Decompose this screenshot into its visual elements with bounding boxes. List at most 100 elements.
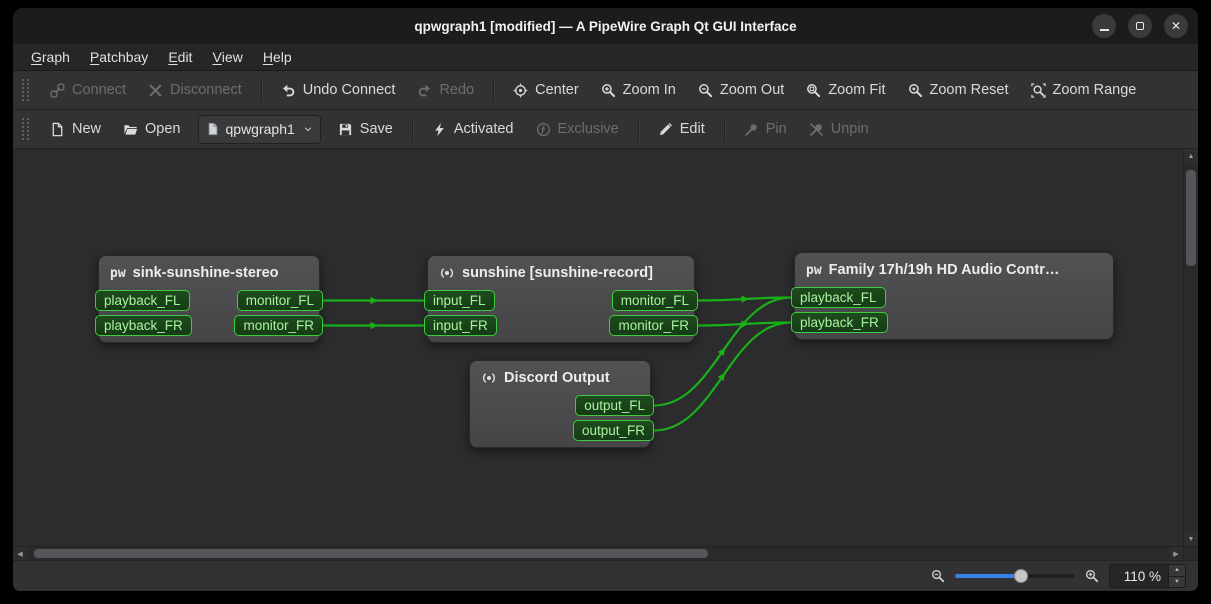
exclusive-icon: [536, 122, 551, 137]
node-header: Discord Output: [479, 365, 641, 391]
port-input_FL[interactable]: input_FL: [424, 290, 495, 311]
node-sink[interactable]: pwsink-sunshine-stereoplayback_FLmonitor…: [98, 255, 320, 343]
scroll-down-button[interactable]: ▼: [1184, 532, 1198, 546]
zoom-range-button[interactable]: Zoom Range: [1021, 75, 1147, 105]
minimize-icon: [1100, 29, 1109, 31]
zoom-reset-button[interactable]: Zoom Reset: [898, 75, 1019, 105]
port-output_FL[interactable]: output_FL: [575, 395, 654, 416]
zoom-value: 110 %: [1110, 565, 1168, 587]
close-icon: ✕: [1171, 20, 1181, 32]
port-playback_FR[interactable]: playback_FR: [95, 315, 192, 336]
port-input_FR[interactable]: input_FR: [424, 315, 497, 336]
zoom-spin-down-button[interactable]: ▼: [1169, 576, 1185, 588]
edit-icon: [658, 122, 673, 137]
horizontal-scroll-track[interactable]: [27, 547, 1169, 560]
port-monitor_FL[interactable]: monitor_FL: [237, 290, 323, 311]
toolbar-separator: [261, 78, 262, 102]
port-playback_FL[interactable]: playback_FL: [95, 290, 190, 311]
activated-icon: [432, 122, 447, 137]
toolbar-separator: [412, 117, 413, 141]
activated-button[interactable]: Activated: [422, 114, 524, 144]
node-family[interactable]: pwFamily 17h/19h HD Audio Contr… playback…: [794, 252, 1114, 340]
zoom-fit-icon: [806, 83, 821, 98]
scroll-right-button[interactable]: ▶: [1169, 547, 1183, 560]
port-playback_FR[interactable]: playback_FR: [791, 312, 888, 333]
port-monitor_FR[interactable]: monitor_FR: [234, 315, 323, 336]
statusbar: 110 % ▲ ▼: [13, 560, 1198, 591]
menu-graph[interactable]: Graph: [21, 44, 80, 70]
zoom-slider-out-icon[interactable]: [931, 569, 945, 583]
zoom-spinbox[interactable]: 110 % ▲ ▼: [1109, 564, 1186, 588]
horizontal-scrollbar[interactable]: ◀ ▶: [13, 546, 1183, 560]
zoom-reset-icon: [908, 83, 923, 98]
port-row: output_FL: [479, 395, 641, 416]
zoom-slider-in-icon[interactable]: [1085, 569, 1099, 583]
port-monitor_FR[interactable]: monitor_FR: [609, 315, 698, 336]
node-title: sunshine [sunshine-record]: [462, 265, 653, 281]
menu-patchbay[interactable]: Patchbay: [80, 44, 158, 70]
zoom-in-button[interactable]: Zoom In: [591, 75, 686, 105]
port-row: playback_FRmonitor_FR: [108, 315, 310, 336]
audio-app-icon: [481, 370, 497, 386]
port-row: playback_FL: [804, 287, 1104, 308]
open-icon: [123, 122, 138, 137]
disconnect-button: Disconnect: [138, 75, 252, 105]
menu-help[interactable]: Help: [253, 44, 302, 70]
graph-canvas[interactable]: pwsink-sunshine-stereoplayback_FLmonitor…: [13, 149, 1183, 546]
menu-view[interactable]: View: [202, 44, 252, 70]
maximize-button[interactable]: [1128, 14, 1152, 38]
pin-button: Pin: [734, 114, 797, 144]
zoom-spin-up-button[interactable]: ▲: [1169, 565, 1185, 576]
node-title: Family 17h/19h HD Audio Contr…: [829, 262, 1060, 278]
canvas-area: pwsink-sunshine-stereoplayback_FLmonitor…: [13, 149, 1198, 546]
app-window: qpwgraph1 [modified] — A PipeWire Graph …: [13, 8, 1198, 591]
zoom-in-icon: [601, 83, 616, 98]
vertical-scroll-track[interactable]: [1184, 163, 1198, 532]
minimize-button[interactable]: [1092, 14, 1116, 38]
port-playback_FL[interactable]: playback_FL: [791, 287, 886, 308]
node-header: pwFamily 17h/19h HD Audio Contr…: [804, 257, 1104, 283]
zoom-slider[interactable]: [955, 567, 1075, 585]
scrollbar-corner: [1183, 546, 1198, 560]
node-sunshine[interactable]: sunshine [sunshine-record]input_FLmonito…: [427, 255, 695, 343]
toolbar-separator: [638, 117, 639, 141]
zoom-slider-handle[interactable]: [1014, 569, 1028, 583]
open-button[interactable]: Open: [113, 114, 190, 144]
zoom-out-button[interactable]: Zoom Out: [688, 75, 794, 105]
toolbar-handle[interactable]: [22, 79, 29, 101]
port-row: playback_FR: [804, 312, 1104, 333]
center-icon: [513, 83, 528, 98]
vertical-scroll-thumb[interactable]: [1186, 170, 1196, 266]
edit-button[interactable]: Edit: [648, 114, 715, 144]
port-row: output_FR: [479, 420, 641, 441]
scroll-up-button[interactable]: ▲: [1184, 149, 1198, 163]
port-row: playback_FLmonitor_FL: [108, 290, 310, 311]
titlebar[interactable]: qpwgraph1 [modified] — A PipeWire Graph …: [13, 8, 1198, 44]
vertical-scrollbar[interactable]: ▲ ▼: [1183, 149, 1198, 546]
scroll-left-button[interactable]: ◀: [13, 547, 27, 560]
connections-layer: [13, 149, 1183, 546]
port-monitor_FL[interactable]: monitor_FL: [612, 290, 698, 311]
pin-icon: [744, 122, 759, 137]
zoom-range-icon: [1031, 83, 1046, 98]
toolbar-separator: [724, 117, 725, 141]
session-combo-value: qpwgraph1: [226, 121, 295, 137]
connection-arrow: [371, 297, 379, 304]
zoom-fit-button[interactable]: Zoom Fit: [796, 75, 895, 105]
port-output_FR[interactable]: output_FR: [573, 420, 654, 441]
center-button[interactable]: Center: [503, 75, 589, 105]
session-combo[interactable]: qpwgraph1: [198, 115, 321, 144]
redo-icon: [417, 83, 432, 98]
close-button[interactable]: ✕: [1164, 14, 1188, 38]
file-icon: [206, 122, 220, 136]
toolbar-handle[interactable]: [22, 118, 29, 140]
save-button[interactable]: Save: [328, 114, 403, 144]
menu-edit[interactable]: Edit: [158, 44, 202, 70]
maximize-icon: [1136, 22, 1144, 30]
undo-connect-button[interactable]: Undo Connect: [271, 75, 406, 105]
audio-app-icon: [439, 265, 455, 281]
horizontal-scroll-thumb[interactable]: [34, 549, 708, 558]
node-discord[interactable]: Discord Output output_FL output_FR: [469, 360, 651, 448]
new-button[interactable]: New: [40, 114, 111, 144]
port-row: input_FRmonitor_FR: [437, 315, 685, 336]
